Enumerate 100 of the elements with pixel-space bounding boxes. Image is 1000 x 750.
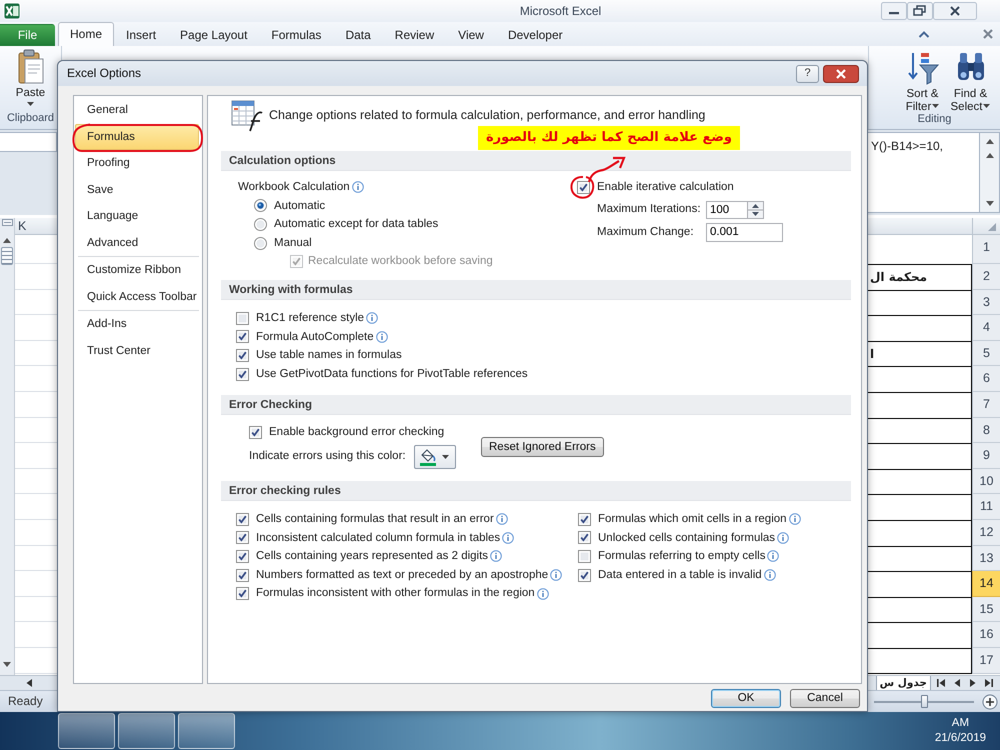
section-heading: Calculation options bbox=[221, 151, 851, 171]
row-header[interactable]: 12 bbox=[972, 520, 1000, 546]
row-header[interactable]: 17 bbox=[972, 648, 1000, 674]
spin-up-icon[interactable] bbox=[747, 200, 764, 210]
help-button[interactable]: ? bbox=[796, 64, 819, 82]
close-icon[interactable] bbox=[823, 64, 859, 82]
row-header[interactable]: 2 bbox=[972, 264, 1000, 290]
caret-icon bbox=[442, 454, 449, 459]
checkbox[interactable] bbox=[236, 531, 249, 544]
dialog-button[interactable]: Cancel bbox=[790, 689, 860, 708]
row-header[interactable]: 11 bbox=[972, 494, 1000, 520]
text-field[interactable]: 0.001 bbox=[706, 222, 783, 242]
previous-sheet-icon[interactable] bbox=[952, 678, 962, 688]
ribbon-tab[interactable]: Review bbox=[382, 24, 446, 46]
category-item[interactable]: Advanced bbox=[75, 230, 199, 256]
checkbox[interactable] bbox=[578, 531, 591, 544]
scroll-down-icon[interactable] bbox=[2, 661, 12, 669]
row-header[interactable]: 5 bbox=[972, 340, 1000, 366]
checkbox[interactable] bbox=[249, 426, 262, 439]
row-header[interactable]: 3 bbox=[972, 290, 1000, 316]
checkbox-label: Use GetPivotData functions for PivotTable references bbox=[256, 366, 528, 382]
category-item[interactable]: General bbox=[75, 97, 199, 124]
section-heading: Error Checking bbox=[221, 395, 851, 415]
minimize-icon[interactable] bbox=[881, 2, 908, 20]
taskbar-button[interactable] bbox=[118, 713, 175, 749]
row-header[interactable]: 8 bbox=[972, 418, 1000, 444]
close-icon[interactable] bbox=[933, 2, 978, 20]
checkbox[interactable] bbox=[236, 368, 249, 381]
category-item[interactable]: Customize Ribbon bbox=[75, 257, 199, 284]
scroll-down-icon[interactable] bbox=[984, 200, 994, 208]
sheet-tab[interactable]: جدول س bbox=[876, 676, 931, 690]
checkbox[interactable] bbox=[236, 348, 249, 362]
checkbox-label: Recalculate workbook before saving bbox=[308, 254, 493, 269]
radio-button[interactable] bbox=[254, 236, 267, 250]
checkbox-label: Cells containing years represented as 2 digits bbox=[256, 549, 488, 564]
name-box[interactable] bbox=[0, 132, 57, 152]
clock-time: AM bbox=[950, 716, 970, 731]
checkbox-label: Formulas which omit cells in a region bbox=[598, 512, 787, 526]
number-field[interactable]: 100 bbox=[706, 200, 747, 219]
slider-thumb[interactable] bbox=[921, 694, 928, 708]
split-box-icon[interactable] bbox=[2, 219, 12, 226]
checkbox[interactable] bbox=[578, 512, 591, 526]
scroll-thumb[interactable] bbox=[1, 247, 13, 265]
ribbon-tab[interactable]: Home bbox=[58, 22, 114, 46]
row-header[interactable]: 6 bbox=[972, 366, 1000, 392]
row-header[interactable]: 4 bbox=[972, 315, 1000, 341]
collapse-ribbon-icon[interactable] bbox=[918, 30, 930, 38]
section-heading: Working with formulas bbox=[221, 280, 851, 300]
radio-label: Manual bbox=[274, 236, 312, 250]
ribbon-tab[interactable]: View bbox=[446, 24, 496, 46]
category-item[interactable]: Add-Ins bbox=[75, 311, 199, 338]
row-header[interactable]: 9 bbox=[972, 443, 1000, 469]
checkbox[interactable] bbox=[236, 512, 249, 526]
category-item[interactable]: Save bbox=[75, 176, 199, 203]
checkbox[interactable] bbox=[577, 180, 590, 194]
ribbon-tab[interactable]: Developer bbox=[496, 24, 575, 46]
ribbon-tab[interactable]: Page Layout bbox=[168, 24, 260, 46]
scroll-up-icon[interactable] bbox=[984, 151, 994, 159]
scroll-left-icon[interactable] bbox=[24, 678, 34, 688]
checkbox[interactable] bbox=[578, 550, 591, 563]
category-item[interactable]: Language bbox=[75, 203, 199, 230]
file-menu-tab[interactable]: File bbox=[0, 24, 55, 46]
clipboard-icon bbox=[16, 49, 44, 84]
collapse-arrow-icon[interactable] bbox=[984, 137, 994, 145]
row-header[interactable]: 15 bbox=[972, 596, 1000, 622]
next-sheet-icon[interactable] bbox=[968, 678, 978, 688]
checkbox[interactable] bbox=[236, 330, 249, 344]
ribbon-button[interactable]: Find & Select bbox=[950, 51, 990, 113]
ribbon-tab[interactable]: Insert bbox=[114, 24, 168, 46]
checkbox[interactable] bbox=[236, 568, 249, 582]
category-item[interactable]: Quick Access Toolbar bbox=[75, 284, 199, 310]
radio-button[interactable] bbox=[254, 218, 267, 231]
checkbox[interactable] bbox=[236, 312, 249, 325]
restore-icon[interactable] bbox=[907, 2, 934, 20]
paste-button[interactable]: Paste bbox=[10, 49, 50, 106]
reset-button[interactable]: Reset Ignored Errors bbox=[481, 437, 604, 457]
checkbox[interactable] bbox=[578, 568, 591, 582]
first-sheet-icon[interactable] bbox=[936, 678, 946, 688]
checkbox[interactable] bbox=[236, 550, 249, 563]
radio-button[interactable] bbox=[254, 199, 267, 212]
category-item[interactable]: Trust Center bbox=[75, 338, 199, 364]
checkbox[interactable] bbox=[236, 587, 249, 600]
row-header[interactable]: 14 bbox=[972, 571, 1000, 597]
taskbar-button[interactable] bbox=[58, 713, 115, 749]
dialog-button[interactable]: OK bbox=[711, 689, 781, 708]
ribbon-tab[interactable]: Formulas bbox=[259, 24, 334, 46]
row-header[interactable]: 7 bbox=[972, 392, 1000, 418]
ribbon-tab[interactable]: Data bbox=[333, 24, 383, 46]
row-header[interactable]: 10 bbox=[972, 468, 1000, 494]
zoom-in-icon[interactable] bbox=[982, 694, 998, 710]
category-item[interactable]: Proofing bbox=[75, 150, 199, 176]
taskbar-button[interactable] bbox=[178, 713, 235, 749]
group-label: Clipboard bbox=[6, 112, 54, 126]
color-picker-button[interactable] bbox=[414, 444, 456, 469]
row-header[interactable]: 13 bbox=[972, 546, 1000, 572]
row-header[interactable]: 1 bbox=[972, 235, 1000, 264]
ribbon-button[interactable]: Sort & Filter bbox=[902, 51, 942, 113]
scroll-up-icon[interactable] bbox=[2, 236, 12, 244]
row-header[interactable]: 16 bbox=[972, 622, 1000, 648]
last-sheet-icon[interactable] bbox=[984, 678, 994, 688]
